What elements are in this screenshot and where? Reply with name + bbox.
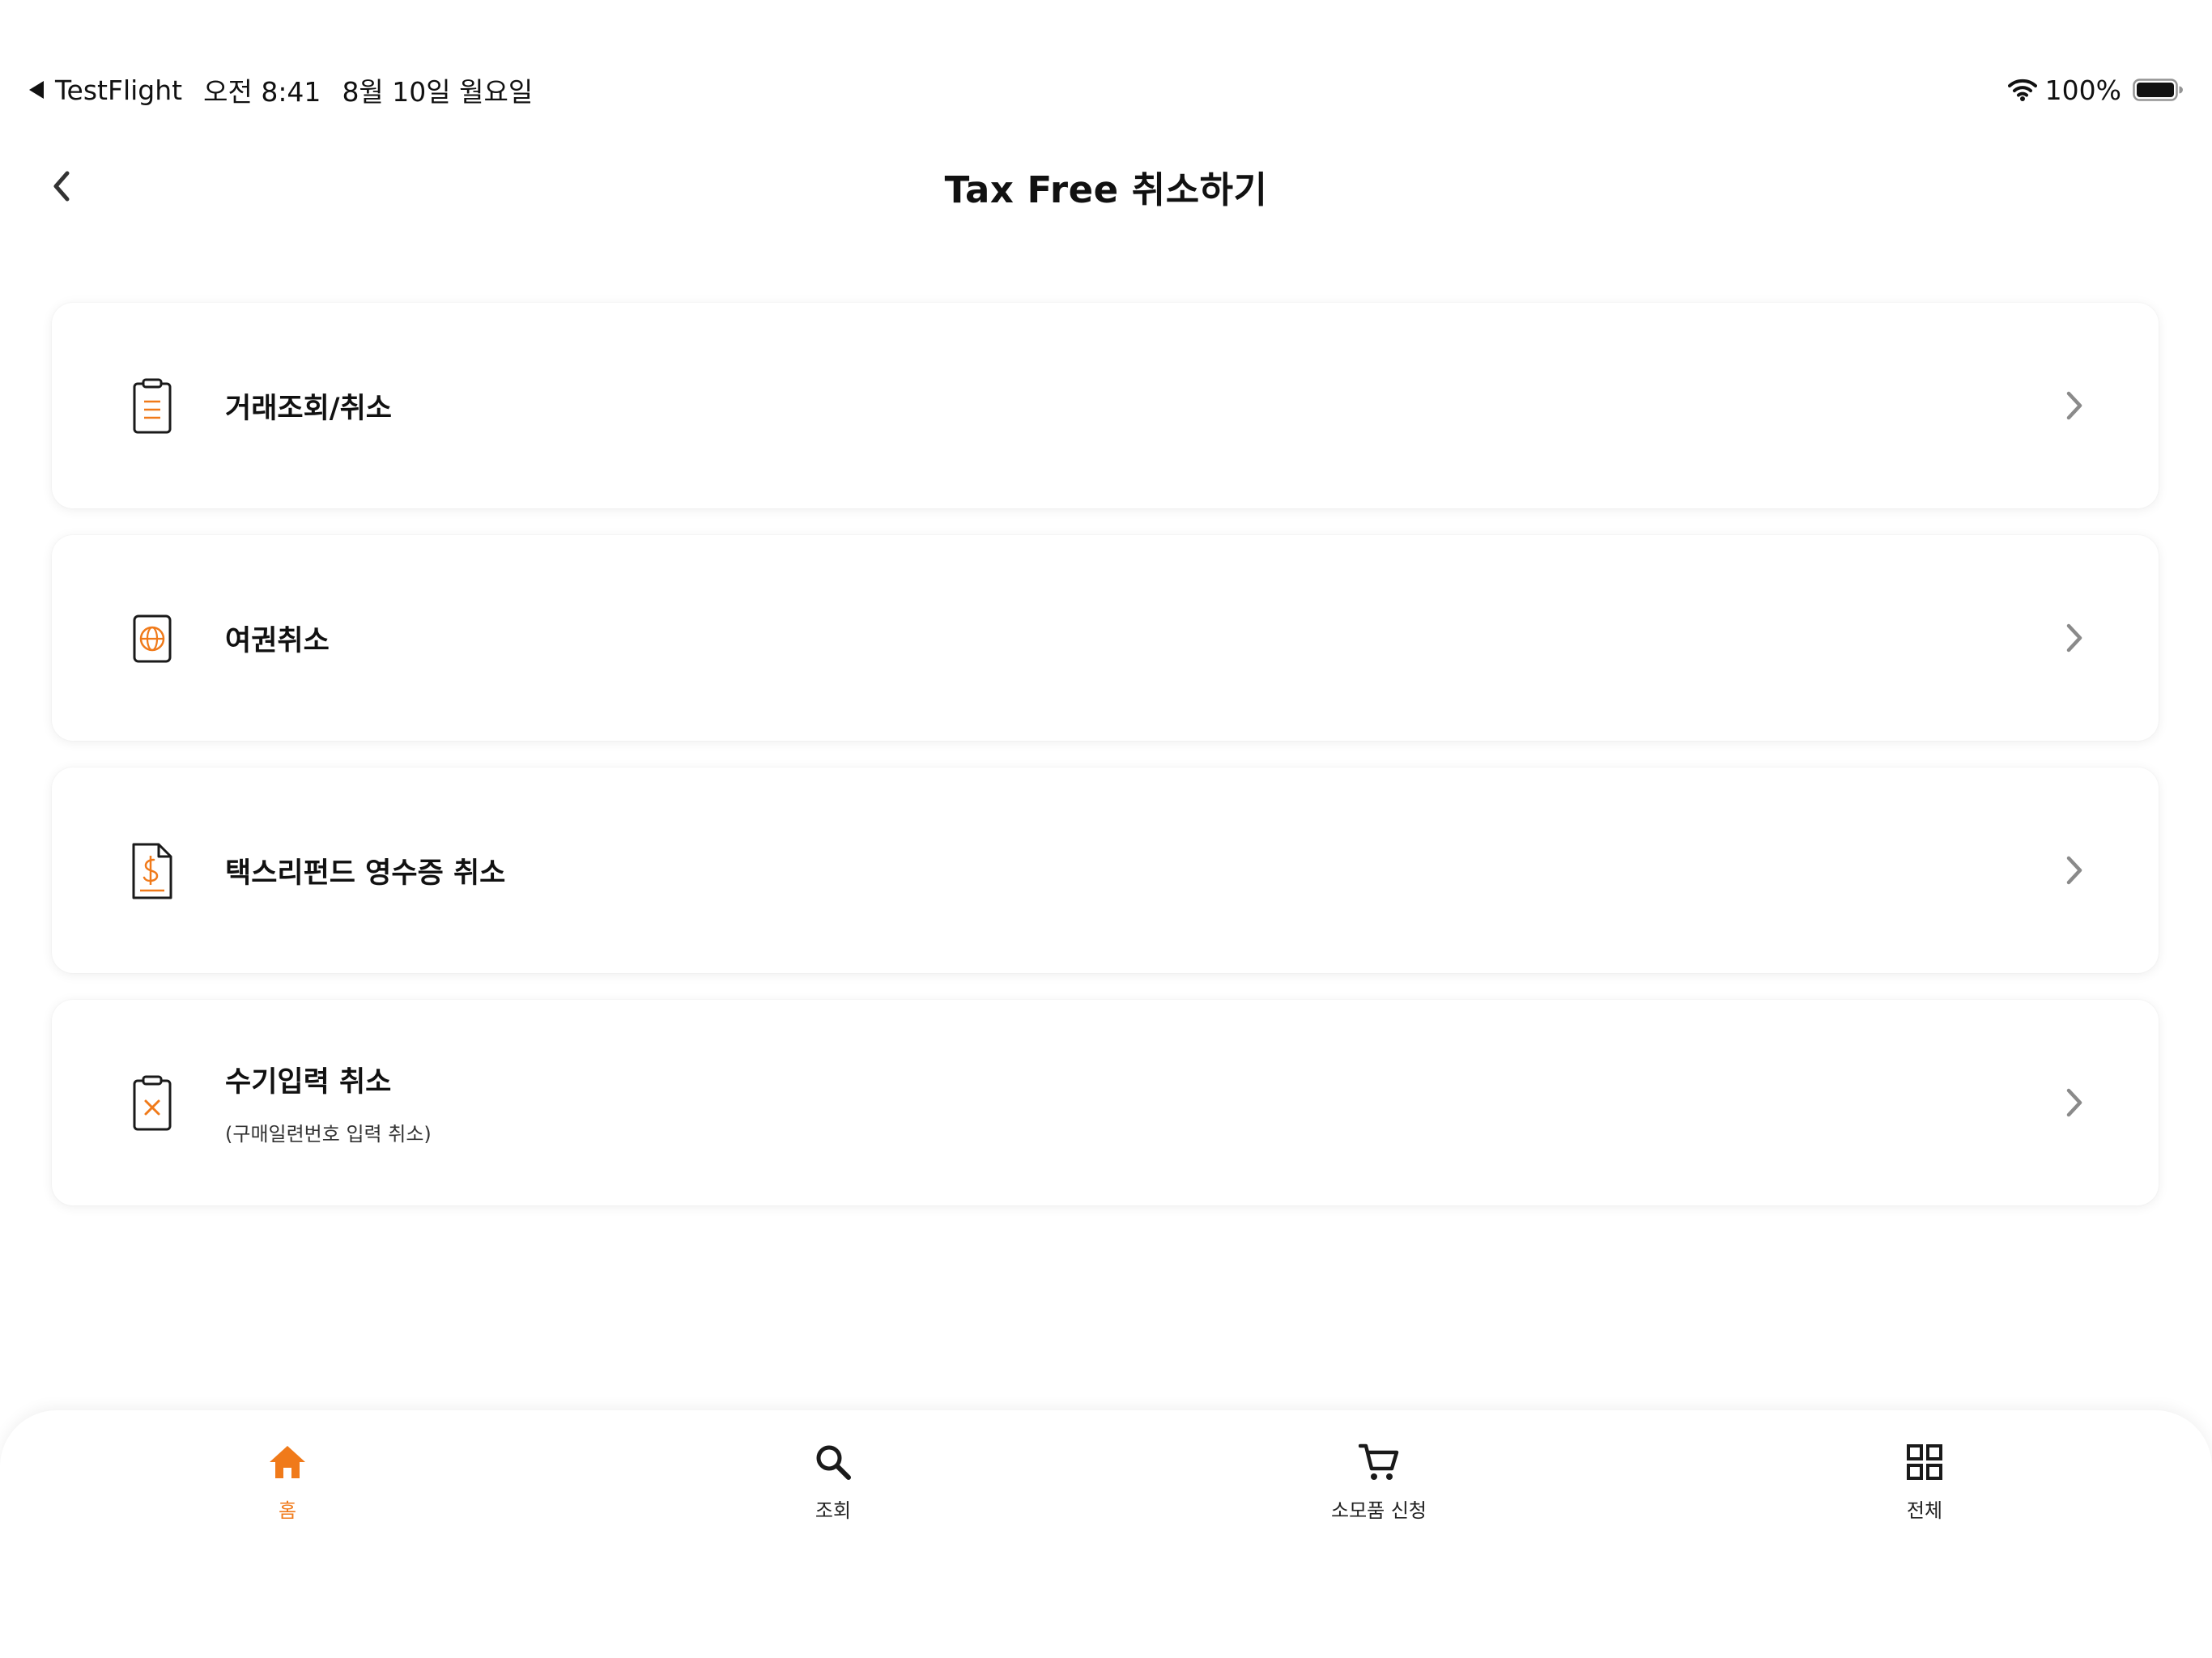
menu-item-passport-cancel[interactable]: 여권취소 [52,535,2159,741]
battery-icon [2133,78,2183,102]
screen: TestFlight 오전 8:41 8월 10일 월요일 100% Tax F… [0,0,2212,1658]
chevron-right-icon [2050,846,2099,895]
chevron-right-icon [2050,381,2099,430]
menu-item-label: 여권취소 [225,624,330,657]
battery-percent: 100% [2044,74,2121,106]
tab-label: 홈 [278,1499,297,1522]
passport-globe-icon [120,606,185,671]
tab-home[interactable]: 홈 [166,1439,409,1523]
tab-label: 조회 [815,1499,852,1522]
clipboard-x-icon [120,1071,185,1136]
page-title: Tax Free 취소하기 [944,168,1268,211]
menu-item-label: 수기입력 취소 [225,1066,392,1099]
status-bar: TestFlight 오전 8:41 8월 10일 월요일 100% [0,70,2212,110]
status-time: 오전 8:41 [203,76,321,108]
menu-item-sublabel: (구매일련번호 입력 취소) [225,1123,432,1146]
home-icon [265,1439,310,1485]
back-to-app-link[interactable]: TestFlight 오전 8:41 8월 10일 월요일 [29,70,533,110]
grid-icon [1902,1439,1947,1485]
tab-supplies-request[interactable]: 소모품 신청 [1257,1439,1500,1523]
back-triangle-icon [29,81,44,99]
status-indicators: 100% [2007,70,2183,110]
chevron-right-icon [2050,1078,2099,1127]
menu-item-manual-entry-cancel[interactable]: 수기입력 취소 (구매일련번호 입력 취소) [52,1000,2159,1205]
menu-item-label: 거래조회/취소 [225,392,392,425]
receipt-dollar-icon [120,839,185,903]
menu-list: 거래조회/취소 여권취소 택스리펀드 영수증 취소 수기입력 취소 (구매일련번… [52,303,2159,1232]
menu-item-transaction-cancel[interactable]: 거래조회/취소 [52,303,2159,508]
menu-item-text: 거래조회/취소 [225,303,392,508]
cart-icon [1356,1439,1402,1485]
menu-item-text: 수기입력 취소 (구매일련번호 입력 취소) [225,1000,432,1205]
header: Tax Free 취소하기 [0,154,2212,219]
wifi-icon [2007,78,2037,102]
tab-bar: 홈 조회 소모품 신청 전체 [0,1410,2212,1658]
tab-label: 전체 [1906,1499,1943,1522]
menu-item-text: 여권취소 [225,535,330,741]
chevron-right-icon [2050,614,2099,662]
menu-item-tax-refund-receipt-cancel[interactable]: 택스리펀드 영수증 취소 [52,767,2159,973]
tab-search[interactable]: 조회 [712,1439,955,1523]
search-icon [810,1439,856,1485]
back-app-name: TestFlight [55,74,183,106]
clipboard-list-icon [120,374,185,439]
tab-all[interactable]: 전체 [1803,1439,2046,1523]
menu-item-label: 택스리펀드 영수증 취소 [225,857,506,890]
status-date: 8월 10일 월요일 [342,76,534,108]
tab-label: 소모품 신청 [1330,1499,1427,1522]
menu-item-text: 택스리펀드 영수증 취소 [225,767,505,973]
